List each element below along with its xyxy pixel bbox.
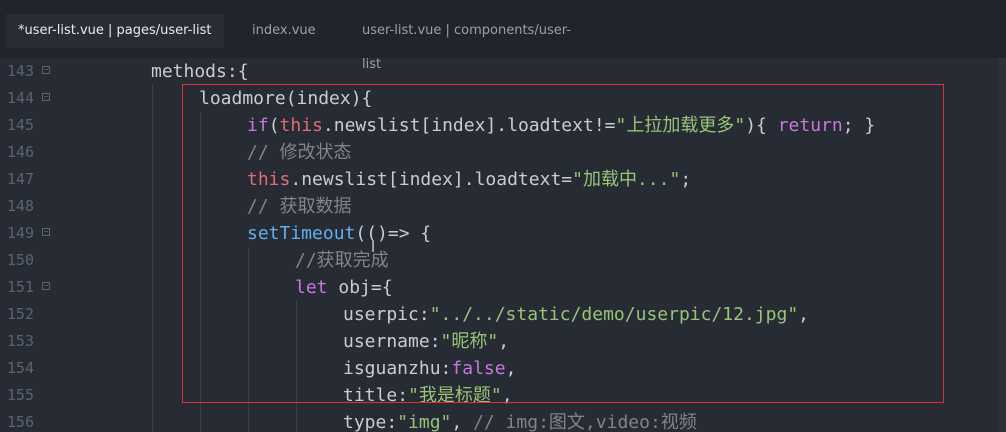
- fold-icon[interactable]: −: [42, 93, 50, 101]
- line-number: 151−: [6, 278, 50, 296]
- fold-icon[interactable]: −: [42, 228, 50, 236]
- line-number: 146: [6, 143, 34, 161]
- code-line-143: methods:{: [151, 61, 249, 82]
- tab-bar: *user-list.vue | pages/user-list index.v…: [0, 0, 1006, 72]
- code-line-156: type:"img", // img:图文,video:视频: [343, 412, 697, 432]
- fold-icon[interactable]: −: [42, 66, 50, 74]
- tab-index-vue[interactable]: index.vue: [240, 14, 330, 48]
- line-number: 154: [6, 359, 34, 377]
- line-number: 153: [6, 332, 34, 350]
- text-cursor-icon: I: [371, 240, 376, 256]
- highlight-annotation-box: [182, 84, 944, 403]
- vertical-scrollbar[interactable]: [998, 58, 1006, 432]
- line-number: 152: [6, 305, 34, 323]
- line-number: 144−: [6, 89, 50, 107]
- line-number: 150: [6, 251, 34, 269]
- code-editor[interactable]: *user-list.vue | pages/user-list index.v…: [0, 0, 1006, 432]
- line-number: 148: [6, 197, 34, 215]
- line-number: 143−: [6, 62, 50, 80]
- line-number: 156: [6, 413, 34, 431]
- fold-icon[interactable]: −: [42, 282, 50, 290]
- line-number: 145: [6, 116, 34, 134]
- tab-user-list-components[interactable]: user-list.vue | components/user-list: [350, 14, 600, 72]
- tab-user-list-pages[interactable]: *user-list.vue | pages/user-list: [6, 14, 224, 48]
- line-number: 155: [6, 386, 34, 404]
- line-number: 147: [6, 170, 34, 188]
- line-number: 149−: [6, 224, 50, 242]
